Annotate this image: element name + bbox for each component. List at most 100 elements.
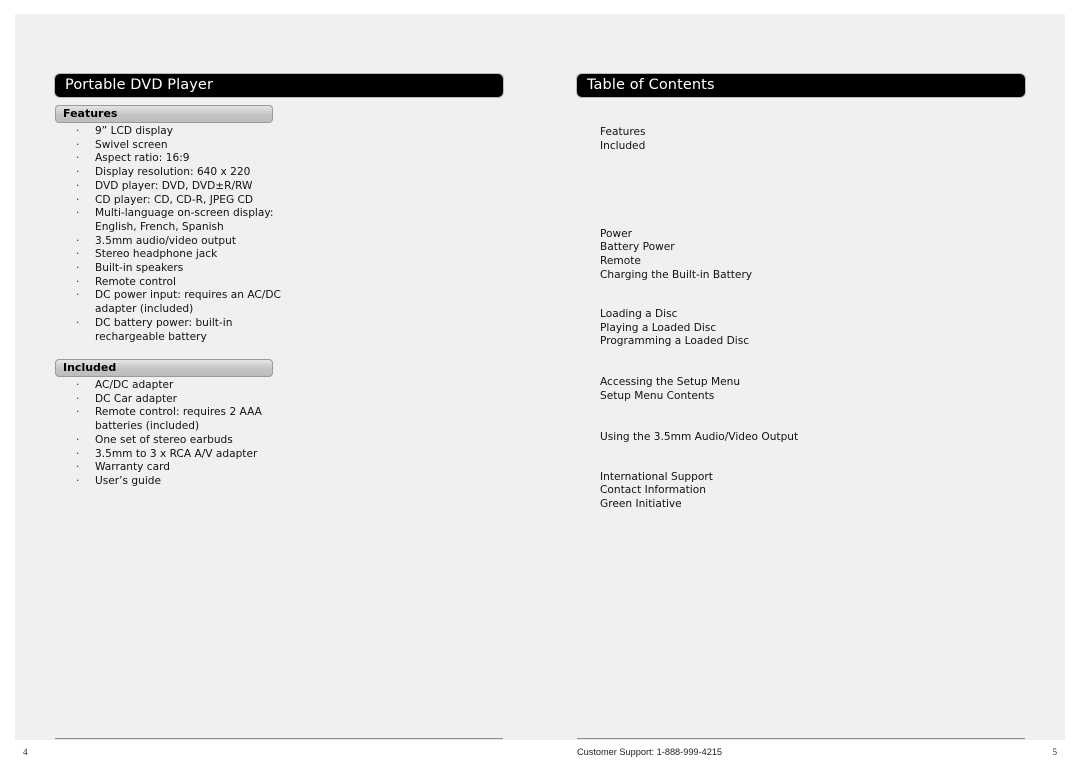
toc-entry[interactable]: Power (600, 228, 1000, 242)
toc-entry[interactable]: Accessing the Setup Menu (600, 376, 1000, 390)
footer-rule-right (577, 738, 1025, 740)
list-item-label: CD player: CD, CD-R, JPEG CD (95, 193, 254, 206)
toc-entry[interactable]: Programming a Loaded Disc (600, 335, 1000, 349)
list-item: · 3.5mm to 3 x RCA A/V adapter (55, 448, 355, 462)
page-title-table-of-contents: Table of Contents (577, 74, 1025, 97)
bullet-icon: · (76, 193, 80, 206)
bullet-icon: · (76, 234, 80, 247)
list-item-label: Remote control: requires 2 AAA batteries… (95, 406, 262, 433)
section-heading-included: Included (55, 359, 273, 377)
list-item: · CD player: CD, CD-R, JPEG CD (55, 194, 355, 208)
list-item: · Built-in speakers (55, 262, 355, 276)
bullet-icon: · (76, 474, 80, 487)
list-item-label: DC power input: requires an AC/DC adapte… (95, 289, 281, 316)
list-item-label: DC battery power: built-in rechargeable … (95, 316, 233, 343)
toc-group: Features Included (600, 126, 1000, 154)
bullet-icon: · (76, 125, 80, 137)
list-item-label: AC/DC adapter (95, 379, 174, 391)
table-of-contents: Features Included Power Battery Power Re… (600, 126, 1000, 512)
list-item: · 9” LCD display (55, 125, 355, 139)
list-item: · Remote control (55, 276, 355, 290)
toc-entry[interactable]: International Support (600, 471, 1000, 485)
list-item: · DVD player: DVD, DVD±R/RW (55, 180, 355, 194)
toc-entry[interactable]: Charging the Built-in Battery (600, 269, 1000, 283)
bullet-icon: · (76, 392, 80, 405)
list-item-label: Display resolution: 640 x 220 (95, 166, 251, 179)
list-item-label: DVD player: DVD, DVD±R/RW (95, 179, 253, 192)
list-item-label: Warranty card (95, 461, 171, 474)
bullet-icon: · (76, 166, 80, 179)
list-item: · Aspect ratio: 16:9 (55, 152, 355, 166)
list-item: · Display resolution: 640 x 220 (55, 166, 355, 180)
list-item: · 3.5mm audio/video output (55, 235, 355, 249)
list-item-label: Multi-language on-screen display: Englis… (95, 207, 274, 233)
toc-entry[interactable]: Features (600, 126, 1000, 140)
list-item: · Swivel screen (55, 139, 355, 153)
bullet-icon: · (76, 461, 80, 474)
toc-entry[interactable]: Green Initiative (600, 498, 1000, 512)
toc-spacer (600, 154, 1000, 228)
bullet-icon: · (76, 138, 80, 151)
list-item: · Warranty card (55, 461, 355, 475)
toc-entry[interactable]: Included (600, 140, 1000, 154)
list-item-label: User’s guide (95, 474, 162, 487)
bullet-icon: · (76, 289, 80, 302)
list-item-label: One set of stereo earbuds (95, 433, 233, 446)
page-title-portable-dvd-player: Portable DVD Player (55, 74, 503, 97)
toc-spacer (600, 404, 1000, 431)
toc-entry[interactable]: Contact Information (600, 484, 1000, 498)
list-item: · Stereo headphone jack (55, 248, 355, 262)
toc-group: Power Battery Power Remote Charging the … (600, 228, 1000, 283)
footer-rule-left (55, 738, 503, 740)
bullet-icon: · (76, 406, 80, 419)
list-item: · One set of stereo earbuds (55, 434, 355, 448)
page-number-left: 4 (23, 747, 28, 757)
list-item-label: Aspect ratio: 16:9 (95, 152, 190, 165)
page-spread: Portable DVD Player Features · 9” LCD dis… (15, 14, 1065, 757)
list-item-label: DC Car adapter (95, 392, 177, 405)
bullet-icon: · (76, 248, 80, 261)
bullet-icon: · (76, 152, 80, 165)
list-item: · Multi-language on-screen display: Engli… (55, 207, 355, 234)
bullet-icon: · (76, 379, 80, 391)
list-item: · DC battery power: built-in rechargeable… (55, 317, 355, 344)
toc-entry[interactable]: Playing a Loaded Disc (600, 322, 1000, 336)
bullet-icon: · (76, 262, 80, 275)
list-item: · AC/DC adapter (55, 379, 355, 393)
left-page: Portable DVD Player Features · 9” LCD dis… (15, 14, 540, 757)
toc-entry[interactable]: Remote (600, 255, 1000, 269)
page-number-right: 5 (1052, 747, 1058, 757)
bullet-icon: · (76, 179, 80, 192)
toc-spacer (600, 445, 1000, 471)
list-item-label: Remote control (95, 275, 176, 288)
toc-group: Loading a Disc Playing a Loaded Disc Pro… (600, 308, 1000, 349)
list-item: · DC power input: requires an AC/DC adapt… (55, 289, 355, 316)
toc-group: International Support Contact Informatio… (600, 471, 1000, 512)
list-item: · Remote control: requires 2 AAA batterie… (55, 406, 355, 433)
list-item: · DC Car adapter (55, 393, 355, 407)
bullet-icon: · (76, 447, 80, 460)
toc-group: Accessing the Setup Menu Setup Menu Cont… (600, 376, 1000, 404)
list-item-label: Swivel screen (95, 138, 168, 151)
right-page: Table of Contents Features Included Powe… (540, 14, 1065, 757)
features-list: · 9” LCD display · Swivel screen · Aspect r… (55, 125, 355, 344)
toc-spacer (600, 283, 1000, 308)
section-heading-features: Features (55, 105, 273, 123)
list-item-label: 3.5mm to 3 x RCA A/V adapter (95, 447, 258, 460)
bullet-icon: · (76, 207, 80, 220)
toc-entry[interactable]: Using the 3.5mm Audio/Video Output (600, 431, 1000, 445)
list-item: · User’s guide (55, 475, 355, 489)
toc-group: Using the 3.5mm Audio/Video Output (600, 431, 1000, 445)
toc-entry[interactable]: Setup Menu Contents (600, 390, 1000, 404)
list-item-label: 9” LCD display (95, 125, 174, 137)
customer-support-text: Customer Support: 1-888-999-4215 (577, 747, 723, 757)
list-item-label: Built-in speakers (95, 262, 184, 275)
toc-entry[interactable]: Battery Power (600, 241, 1000, 255)
bullet-icon: · (76, 316, 80, 329)
toc-entry[interactable]: Loading a Disc (600, 308, 1000, 322)
bullet-icon: · (76, 275, 80, 288)
included-list: · AC/DC adapter · DC Car adapter · Remote c… (55, 379, 355, 489)
bullet-icon: · (76, 433, 80, 446)
list-item-label: 3.5mm audio/video output (95, 234, 237, 247)
toc-spacer (600, 349, 1000, 376)
